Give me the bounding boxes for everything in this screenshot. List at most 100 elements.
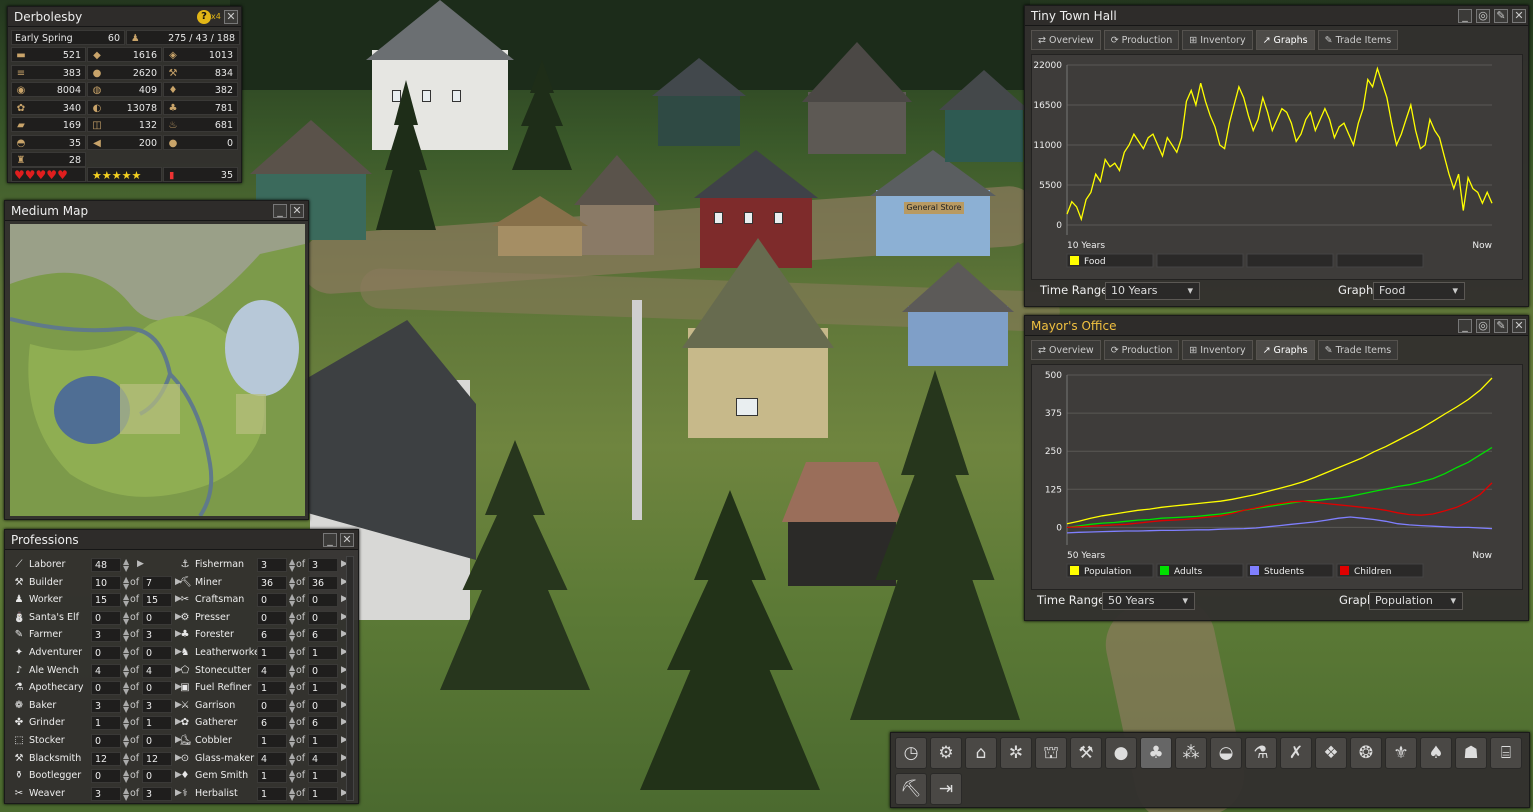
profession-count-input[interactable]: 10	[91, 575, 121, 590]
minimap[interactable]	[10, 224, 305, 516]
hammer-icon[interactable]: ⚒	[1070, 737, 1102, 769]
resource-leather[interactable]: ◍ 409	[87, 82, 162, 97]
profession-count-input[interactable]: 36	[257, 575, 287, 590]
house-building[interactable]	[652, 58, 746, 146]
decrease-arrow[interactable]: ▼	[123, 793, 129, 801]
decrease-arrow[interactable]: ▼	[123, 670, 129, 678]
profession-max-input[interactable]: 1	[308, 681, 338, 696]
profession-max-input[interactable]: 0	[142, 734, 172, 748]
resource-iron[interactable]: ◈ 1013	[163, 47, 238, 62]
profession-count-input[interactable]: 1	[257, 646, 287, 660]
house-building[interactable]	[574, 155, 660, 255]
house-building[interactable]	[902, 262, 1014, 366]
general-store-building[interactable]: General Store	[870, 150, 996, 256]
legend-swatch[interactable]	[1070, 566, 1079, 575]
resource-herb[interactable]: ♣ 781	[163, 99, 238, 115]
decrease-arrow[interactable]: ▼	[123, 758, 129, 766]
close-button[interactable]: ✕	[340, 533, 354, 547]
profession-count-input[interactable]: 0	[257, 610, 287, 625]
profession-max-input[interactable]: 6	[308, 716, 338, 731]
decrease-arrow[interactable]: ▼	[289, 758, 295, 766]
crystal-icon[interactable]: ❖	[1315, 737, 1347, 769]
profession-max-input[interactable]: 1	[308, 734, 338, 748]
pin-icon[interactable]: ✎	[1494, 9, 1508, 23]
profession-count-input[interactable]: 3	[91, 786, 121, 801]
decrease-arrow[interactable]: ▼	[289, 705, 295, 713]
decrease-arrow[interactable]: ▼	[289, 776, 295, 784]
profession-max-input[interactable]: 3	[308, 558, 338, 572]
resource-food[interactable]: ◉ 8004	[11, 82, 86, 97]
profession-count-input[interactable]: 6	[257, 628, 287, 643]
minimize-button[interactable]: _	[273, 204, 287, 218]
profession-max-input[interactable]: 4	[308, 751, 338, 766]
profession-count-input[interactable]: 15	[91, 593, 121, 608]
close-button[interactable]: ✕	[1512, 9, 1526, 23]
profession-count-input[interactable]: 1	[91, 716, 121, 731]
resource-tool[interactable]: ⚒ 834	[163, 64, 238, 80]
help-icon[interactable]: ?	[197, 10, 211, 24]
decrease-arrow[interactable]: ▼	[123, 653, 129, 661]
field-icon[interactable]: ⁂	[1175, 737, 1207, 769]
pin-icon[interactable]: ✎	[1494, 319, 1508, 333]
tab-production[interactable]: ⟳ Production	[1103, 340, 1180, 360]
decrease-arrow[interactable]: ▼	[289, 582, 295, 590]
mask-icon[interactable]: ☗	[1455, 737, 1487, 769]
decrease-arrow[interactable]: ▼	[123, 741, 129, 749]
profession-count-input[interactable]: 0	[91, 681, 121, 696]
profession-count-input[interactable]: 0	[91, 769, 121, 784]
resource-flour[interactable]: ◫ 132	[87, 117, 162, 132]
settings-icon[interactable]: ◎	[1476, 9, 1490, 23]
time-range-select[interactable]: 10 Years	[1105, 282, 1200, 300]
barn-icon[interactable]: ⛫	[1035, 737, 1067, 769]
decrease-arrow[interactable]: ▼	[289, 741, 295, 749]
tab-overview[interactable]: ⇄ Overview	[1031, 340, 1101, 360]
church-building[interactable]	[366, 0, 514, 150]
decrease-arrow[interactable]: ▼	[123, 635, 129, 643]
expand-arrow[interactable]: ▶	[137, 556, 144, 573]
building-icon[interactable]: ⌸	[1490, 737, 1522, 769]
minimize-button[interactable]: _	[323, 533, 337, 547]
decrease-arrow[interactable]: ▼	[123, 723, 129, 731]
profession-count-input[interactable]: 1	[257, 734, 287, 748]
profession-max-input[interactable]: 0	[308, 698, 338, 713]
house-building[interactable]	[802, 42, 912, 154]
house-building[interactable]	[682, 238, 834, 438]
graph-select[interactable]: Population	[1369, 592, 1463, 610]
decrease-arrow[interactable]: ▼	[289, 670, 295, 678]
profession-max-input[interactable]: 1	[308, 769, 338, 784]
resource-hide[interactable]: ◐ 13078	[87, 99, 162, 115]
resource-pot[interactable]: ◓ 35	[11, 134, 86, 150]
demolish-icon[interactable]: ⛏	[895, 773, 927, 805]
profession-max-input[interactable]: 0	[142, 646, 172, 660]
bowl-icon[interactable]: ◒	[1210, 737, 1242, 769]
profession-max-input[interactable]: 1	[308, 646, 338, 660]
tab-inventory[interactable]: ⊞ Inventory	[1182, 30, 1253, 50]
resource-firewood[interactable]: ≡ 383	[11, 64, 86, 80]
graph-select[interactable]: Food	[1373, 282, 1465, 300]
decrease-arrow[interactable]: ▼	[289, 617, 295, 625]
profession-max-input[interactable]: 6	[308, 628, 338, 643]
tab-graphs[interactable]: ↗ Graphs	[1255, 30, 1315, 50]
profession-max-input[interactable]: 3	[142, 698, 172, 713]
minimize-button[interactable]: _	[1458, 9, 1472, 23]
profession-count-input[interactable]: 3	[91, 628, 121, 643]
profession-count-input[interactable]: 0	[257, 698, 287, 713]
profession-count-input[interactable]: 0	[91, 610, 121, 625]
decrease-arrow[interactable]: ▼	[123, 617, 129, 625]
profession-count-input[interactable]: 3	[91, 698, 121, 713]
decrease-arrow[interactable]: ▼	[123, 600, 129, 608]
profession-count-input[interactable]: 48	[91, 558, 121, 572]
resource-log[interactable]: ▬ 521	[11, 47, 86, 62]
profession-count-input[interactable]: 12	[91, 751, 121, 766]
profession-max-input[interactable]: 0	[142, 610, 172, 625]
resource-coal[interactable]: ● 2620	[87, 64, 162, 80]
scrollbar[interactable]	[346, 556, 354, 801]
profession-count-input[interactable]: 0	[91, 734, 121, 748]
profession-max-input[interactable]: 4	[142, 663, 172, 678]
clock-icon[interactable]: ◷	[895, 737, 927, 769]
profession-count-input[interactable]: 1	[257, 786, 287, 801]
close-button[interactable]: ✕	[290, 204, 304, 218]
legend-swatch[interactable]	[1070, 256, 1079, 265]
legend-swatch[interactable]	[1250, 566, 1259, 575]
exit-door-icon[interactable]: ⇥	[930, 773, 962, 805]
